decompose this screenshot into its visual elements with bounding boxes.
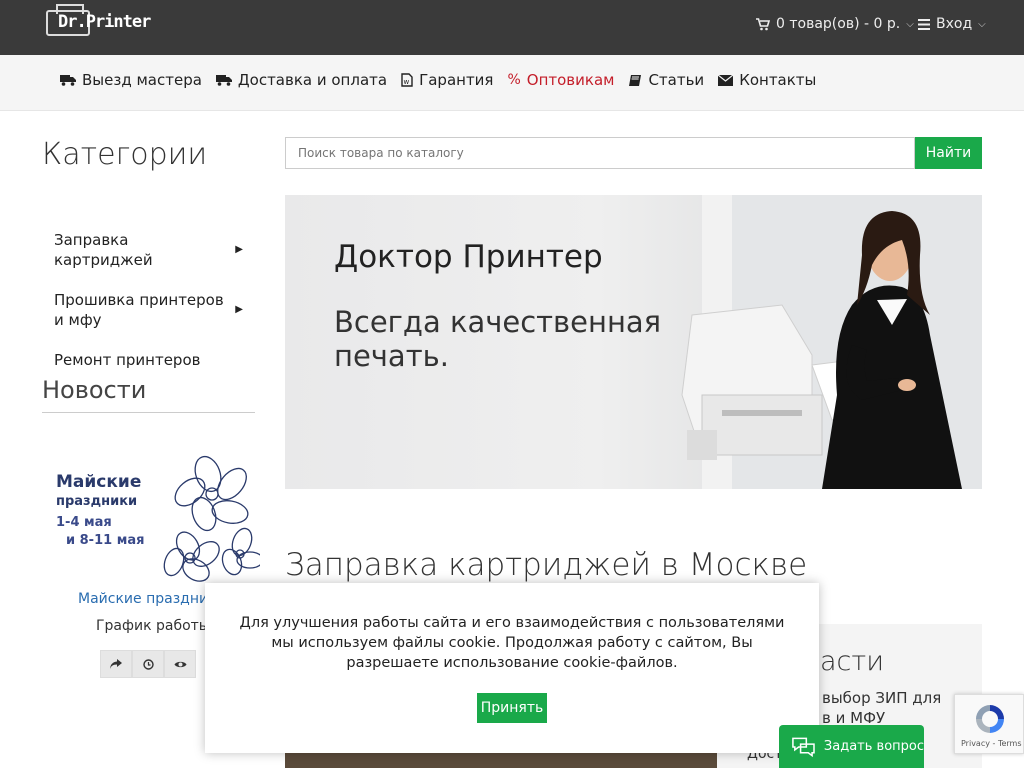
nav-item-warranty[interactable]: w Гарантия	[401, 71, 493, 89]
login-label: Вход	[936, 16, 973, 32]
news-image-line: праздники	[56, 494, 138, 509]
banner-subtitle: Всегда качественная печать.	[334, 305, 662, 373]
nav-item-articles[interactable]: Статьи	[628, 71, 704, 89]
clock-icon	[142, 658, 154, 670]
news-image[interactable]: Майские праздники 1-4 мая и 8-11 мая	[42, 452, 260, 584]
woman-with-printer-illustration	[681, 195, 982, 489]
ask-question-label: Задать вопрос	[823, 739, 924, 754]
recaptcha-terms[interactable]: Privacy - Terms	[961, 739, 1022, 748]
categories-title: Категории	[42, 137, 208, 172]
chat-icon	[792, 737, 815, 757]
category-label: Ремонт принтеров	[54, 351, 201, 369]
articles-panel-text[interactable]: выбор ЗИП для в и МФУ	[822, 688, 952, 728]
nav-item-label: Оптовикам	[526, 71, 615, 89]
view-button[interactable]	[164, 650, 196, 678]
nav-item-label: Статьи	[648, 71, 705, 89]
search-button[interactable]: Найти	[915, 137, 982, 169]
category-item-cartridge-refill[interactable]: Заправка картриджей ▶	[42, 220, 255, 280]
news-image-line: и 8-11 мая	[66, 533, 145, 548]
news-image-line: 1-4 мая	[56, 515, 112, 530]
cookie-text: Для улучшения работы сайта и его взаимод…	[239, 615, 785, 671]
share-icon	[110, 659, 122, 669]
news-link[interactable]: Майские праздни	[78, 591, 208, 607]
category-item-firmware[interactable]: Прошивка принтеров и мфу ▶	[42, 280, 255, 340]
eye-icon	[174, 661, 186, 667]
news-image-line: Майские	[56, 472, 142, 492]
cart-button[interactable]: 0 товар(ов) - 0 р. ⌵	[756, 16, 914, 32]
nav-item-label: Доставка и оплата	[237, 71, 388, 89]
category-item-repair[interactable]: Ремонт принтеров	[42, 340, 255, 380]
top-bar: Dr.Printer 0 товар(ов) - 0 р. ⌵ Вход ⌵	[0, 0, 1024, 55]
main-nav: Выезд мастера Доставка и оплата w Гарант…	[0, 55, 1024, 111]
document-icon: w	[401, 73, 413, 87]
site-logo[interactable]: Dr.Printer	[46, 4, 188, 38]
recaptcha-logo-icon	[976, 705, 1004, 733]
recaptcha-badge[interactable]: Privacy - Terms	[954, 694, 1024, 754]
truck-icon	[60, 75, 76, 86]
category-list: Заправка картриджей ▶ Прошивка принтеров…	[42, 220, 255, 380]
search-input[interactable]	[285, 137, 915, 169]
articles-panel-title: асти	[820, 646, 884, 677]
percent-icon: %	[507, 72, 521, 88]
book-icon	[629, 74, 642, 86]
caret-right-icon: ▶	[235, 244, 243, 255]
nav-item-master-visit[interactable]: Выезд мастера	[60, 71, 202, 89]
content-photo	[285, 752, 717, 768]
caret-right-icon: ▶	[235, 304, 243, 315]
news-title: Новости	[42, 376, 255, 413]
cart-icon	[756, 17, 770, 30]
chevron-down-icon: ⌵	[978, 18, 986, 30]
nav-item-contacts[interactable]: Контакты	[718, 71, 816, 89]
news-image-dates: 1-4 мая и 8-11 мая	[56, 514, 144, 550]
news-subtitle: График работы	[96, 618, 210, 634]
banner-title: Доктор Принтер	[334, 239, 603, 275]
truck-icon	[215, 75, 232, 86]
nav-item-label: Гарантия	[419, 71, 494, 89]
ask-question-button[interactable]: Задать вопрос	[779, 725, 924, 768]
menu-icon	[918, 18, 930, 30]
news-actions	[100, 650, 196, 678]
flower-illustration-icon	[163, 455, 260, 582]
share-button[interactable]	[100, 650, 132, 678]
hero-banner[interactable]: Доктор Принтер Всегда качественная печат…	[285, 195, 982, 489]
login-button[interactable]: Вход ⌵	[918, 16, 986, 32]
chevron-down-icon: ⌵	[906, 18, 914, 30]
nav-item-wholesale[interactable]: % Оптовикам	[507, 71, 614, 89]
category-label: Прошивка принтеров и мфу	[54, 291, 224, 329]
svg-text:w: w	[404, 78, 410, 86]
nav-item-label: Контакты	[739, 71, 817, 89]
cart-label: 0 товар(ов) - 0 р.	[776, 16, 901, 32]
envelope-icon	[718, 74, 734, 86]
nav-item-delivery[interactable]: Доставка и оплата	[215, 71, 388, 89]
nav-item-label: Выезд мастера	[82, 71, 202, 89]
page-heading: Заправка картриджей в Москве	[285, 547, 808, 583]
date-button[interactable]	[132, 650, 164, 678]
category-label: Заправка картриджей	[54, 231, 153, 269]
cookie-consent-dialog: Для улучшения работы сайта и его взаимод…	[205, 583, 819, 753]
logo-text: Dr.Printer	[58, 12, 151, 32]
accept-cookies-button[interactable]: Принять	[477, 693, 547, 723]
